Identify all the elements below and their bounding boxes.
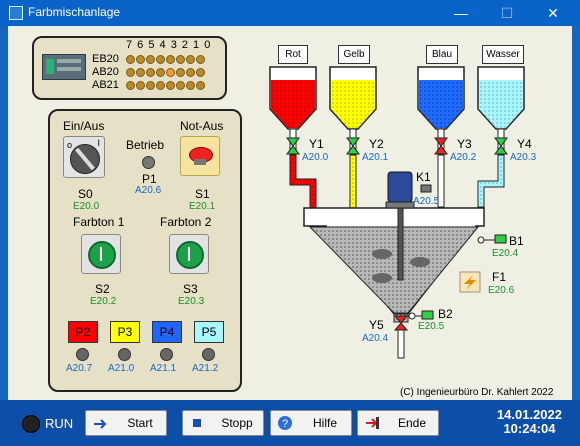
tank-gelb-label: Gelb [338,45,370,64]
process-diagram [269,66,525,359]
hilfe-label: Hilfe [312,416,337,430]
tank-gelb [329,66,377,130]
tank-rot-label: Rot [278,45,308,64]
maximize-button[interactable]: ☐ [484,0,530,26]
valve-y3[interactable] [434,137,448,155]
mixing-vessel [303,207,485,323]
k1-label: K1 [416,170,431,184]
y3-addr: A20.2 [450,152,477,163]
app-icon [9,6,23,20]
sensor-b1 [477,234,507,244]
b1-label: B1 [509,234,524,248]
valve-y2[interactable] [346,137,360,155]
f1-motor-protection-icon [459,271,481,293]
tank-blau-label: Blau [426,45,458,64]
b2-label: B2 [438,307,453,321]
f1-label: F1 [492,270,507,284]
y4-addr: A20.3 [510,152,537,163]
start-label: Start [127,416,153,430]
start-button[interactable]: Start [85,410,167,436]
y3-label: Y3 [457,137,472,151]
ende-button[interactable]: Ende [357,410,439,436]
f1-addr: E20.6 [488,285,515,296]
valve-y4[interactable] [494,137,508,155]
copyright-text: (C) Ingenieurbüro Dr. Kahlert 2022 [400,387,554,398]
bottom-toolbar: RUN Start Stopp ? Hilfe Ende 14.01.2022 … [0,400,580,446]
help-icon: ? [277,415,293,431]
run-label: RUN [45,416,74,431]
tank-wasser [477,66,525,130]
y1-label: Y1 [309,137,324,151]
b2-addr: E20.5 [418,321,445,332]
title-bar: Farbmischanlage — ☐ ✕ [0,0,580,26]
b1-addr: E20.4 [492,248,519,259]
y2-label: Y2 [369,137,384,151]
client-area: 7 6 5 4 3 2 1 0 EB20 AB20 AB21 Ein/Aus Not… [8,26,572,400]
run-indicator-icon [22,415,40,433]
stopp-label: Stopp [221,416,253,430]
stop-icon [189,415,205,431]
app-window: Farbmischanlage — ☐ ✕ 7 6 5 4 3 2 1 0 EB… [0,0,580,446]
window-title: Farbmischanlage [28,5,121,19]
tank-wasser-label: Wasser [482,45,524,64]
clock: 14.01.2022 10:24:04 [497,408,562,436]
exit-icon [364,415,380,431]
start-icon [92,415,108,431]
svg-text:?: ? [282,418,288,430]
date-text: 14.01.2022 [496,407,562,422]
stopp-button[interactable]: Stopp [182,410,264,436]
y5-label: Y5 [369,318,384,332]
tank-rot [269,66,317,130]
tank-blau [417,66,465,130]
y1-addr: A20.0 [302,152,329,163]
valve-y1[interactable] [286,137,300,155]
ende-label: Ende [397,416,427,430]
y4-label: Y4 [517,137,532,151]
y2-addr: A20.1 [362,152,389,163]
k1-addr: A20.5 [413,196,440,207]
k1-indicator [420,184,432,193]
hilfe-button[interactable]: ? Hilfe [270,410,352,436]
minimize-button[interactable]: — [438,0,484,26]
sensor-b2 [408,310,434,320]
time-text: 10:24:04 [503,421,556,436]
y5-addr: A20.4 [362,333,389,344]
close-button[interactable]: ✕ [530,0,576,26]
